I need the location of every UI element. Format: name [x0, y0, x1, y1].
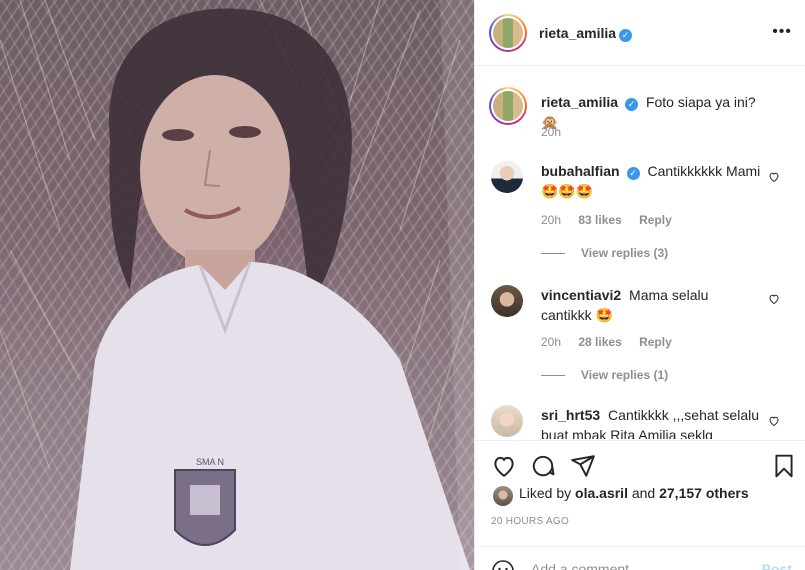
caption-body: Foto siapa ya ini? — [645, 94, 756, 110]
comment-time: 20h — [541, 335, 562, 349]
comment-username[interactable]: sri_hrt53 — [541, 407, 600, 423]
star-struck-emoji-icon: 🤩🤩🤩 — [541, 183, 594, 199]
save-bookmark-icon[interactable] — [771, 453, 797, 479]
likes-others-link[interactable]: 27,157 others — [659, 485, 749, 501]
verified-icon: ✓ — [626, 167, 640, 180]
post-details-panel: rieta_amilia ✓ ••• rieta_amilia ✓ Foto sia… — [474, 0, 805, 570]
star-struck-emoji-icon: 🤩 — [595, 307, 613, 323]
commenter-avatar[interactable] — [491, 285, 523, 317]
caption-avatar[interactable] — [489, 87, 527, 125]
comment-time: 20h — [541, 213, 562, 227]
caption-username[interactable]: rieta_amilia — [541, 94, 618, 110]
liker-username[interactable]: ola.asril — [575, 485, 628, 501]
like-comment-icon[interactable] — [768, 415, 780, 427]
like-comment-icon[interactable] — [768, 293, 780, 305]
reply-button[interactable]: Reply — [639, 335, 672, 349]
likes-joiner: and — [631, 485, 656, 501]
comment-likes[interactable]: 83 likes — [578, 213, 621, 227]
comment-text: vincentiavi2 Mama selalu cantikkk 🤩 — [541, 285, 761, 325]
author-avatar[interactable] — [489, 14, 527, 52]
like-heart-icon[interactable] — [491, 453, 517, 479]
author-username[interactable]: rieta_amilia — [539, 25, 616, 41]
view-replies-button[interactable]: View replies (1) — [541, 368, 668, 382]
caption-time: 20h — [541, 125, 562, 139]
caption-meta: 20h — [541, 125, 575, 139]
view-replies-button[interactable]: View replies (3) — [541, 246, 668, 260]
photo-illustration: SMA N — [0, 0, 474, 570]
comment-bubble-icon[interactable] — [530, 453, 556, 479]
comment-likes[interactable]: 28 likes — [578, 335, 621, 349]
comment-text: sri_hrt53 Cantikkkk ,,,sehat selalu buat… — [541, 405, 761, 439]
badge-label: SMA N — [196, 457, 224, 467]
comments-list[interactable]: rieta_amilia ✓ Foto siapa ya ini?🙊 20h bu… — [475, 67, 805, 439]
share-send-icon[interactable] — [570, 453, 596, 479]
post-timestamp: 20 HOURS AGO — [491, 516, 570, 527]
likes-summary: Liked by ola.asril and 27,157 others — [519, 485, 749, 501]
emoji-smiley-icon[interactable] — [491, 559, 515, 570]
add-comment-bar: Add a comment... Post — [475, 546, 805, 570]
likes-prefix: Liked by — [519, 485, 572, 501]
comment-input[interactable]: Add a comment... — [531, 561, 641, 570]
liker-avatar[interactable] — [493, 486, 513, 506]
divider-line — [541, 375, 565, 377]
comment-username[interactable]: vincentiavi2 — [541, 287, 621, 303]
author-name-block: rieta_amilia ✓ — [539, 25, 633, 43]
comment-username[interactable]: bubahalfian — [541, 163, 620, 179]
like-comment-icon[interactable] — [768, 171, 780, 183]
post-header: rieta_amilia ✓ ••• — [475, 0, 805, 66]
more-options-icon[interactable]: ••• — [772, 24, 792, 40]
comment-text: bubahalfian ✓ Cantikkkkkk Mami 🤩🤩🤩 — [541, 161, 761, 201]
reply-button[interactable]: Reply — [639, 213, 672, 227]
view-replies-label: View replies (1) — [581, 368, 669, 382]
commenter-avatar[interactable] — [491, 405, 523, 437]
view-replies-label: View replies (3) — [581, 246, 669, 260]
verified-icon: ✓ — [619, 29, 633, 42]
verified-icon: ✓ — [625, 98, 639, 111]
post-photo[interactable]: SMA N — [0, 0, 474, 570]
commenter-avatar[interactable] — [491, 161, 523, 193]
comment-meta: 20h 28 likes Reply — [541, 335, 686, 349]
post-comment-button[interactable]: Post — [762, 561, 792, 570]
comment-body: Cantikkkkkk Mami — [647, 163, 761, 179]
comment-meta: 20h 83 likes Reply — [541, 213, 686, 227]
divider-line — [541, 253, 565, 255]
